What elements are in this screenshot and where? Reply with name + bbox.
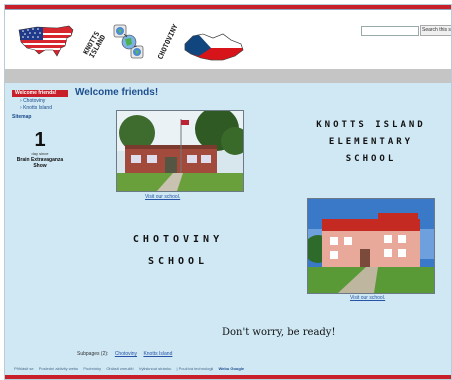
countdown-event: Brain Extravaganza Show [16,157,64,169]
chotoviny-school-photo [307,198,435,294]
page: KNOTTS ISLAND CHOTOVINY Search this si W… [4,4,452,380]
page-title: Welcome friends! [75,87,159,98]
chotoviny-header-text: CHOTOVINY [156,23,180,61]
countdown-widget: 1 day since Brain Extravaganza Show [12,129,68,169]
knotts-island-school-logo: KNOTTS ISLAND ELEMENTARY SCHOOL [301,117,441,168]
nav-band [5,69,451,83]
sitemap-link[interactable]: Sitemap [12,111,68,120]
subpages-list: Subpages (2): Chotoviny Knotts Island [77,351,172,357]
knotts-island-school-photo [116,110,244,192]
subpage-link-knotts-island[interactable]: Knotts Island [143,351,172,357]
chotoviny-school-logo: CHOTOVINY SCHOOL [123,229,233,273]
globe-link-icon [113,24,144,59]
countdown-number: 1 [34,129,46,151]
ki-logo-line-2: ELEMENTARY [328,137,414,147]
ki-logo-line-1: KNOTTS ISLAND [316,120,426,130]
subpages-label: Subpages (2): [77,351,109,357]
sidebar-item-welcome[interactable]: Welcome friends! [12,90,68,97]
sidebar-item-label: Knotts Island [23,105,52,111]
site-footer: Přihlásit se Poslední aktivity webu Podm… [14,366,248,371]
sidebar-item-knotts-island[interactable]: › Knotts Island [12,104,68,111]
footer-report-abuse-link[interactable]: Ohlásit zneužití [106,366,133,371]
footer-powered-text: | Používá technologii Webu Google [176,366,245,371]
footer-recent-activity-link[interactable]: Poslední aktivity webu [39,366,79,371]
powered-by-label: Používá technologii [178,366,214,371]
footer-sign-in-link[interactable]: Přihlásit se [14,366,34,371]
sidebar-item-chotoviny[interactable]: › Chotoviny [12,97,68,104]
sidebar-item-label: Chotoviny [23,98,46,104]
ch-logo-line-2: SCHOOL [147,256,209,267]
slogan-text: Don't worry, be ready! [222,327,336,338]
us-flag-map-icon [18,25,74,57]
search-button[interactable]: Search this si [420,25,451,36]
knotts-island-visit-link[interactable]: Visit our school. [145,194,180,200]
knotts-island-header-text: KNOTTS ISLAND [81,30,108,60]
footer-terms-link[interactable]: Podmínky [83,366,101,371]
czech-flag-map-icon [184,33,244,61]
footer-print-link[interactable]: Vytisknout stránku [139,366,172,371]
search-input[interactable] [361,26,419,36]
google-sites-link[interactable]: Webu Google [218,366,244,371]
chotoviny-visit-link[interactable]: Visit our school. [350,295,385,301]
bottom-red-stripe [5,375,451,379]
sidebar: Welcome friends! › Chotoviny › Knotts Is… [12,90,68,120]
subpage-link-chotoviny[interactable]: Chotoviny [115,351,137,357]
ki-logo-line-3: SCHOOL [345,154,397,164]
ch-logo-line-1: CHOTOVINY [132,234,224,245]
site-header: KNOTTS ISLAND CHOTOVINY Search this si [5,10,451,70]
